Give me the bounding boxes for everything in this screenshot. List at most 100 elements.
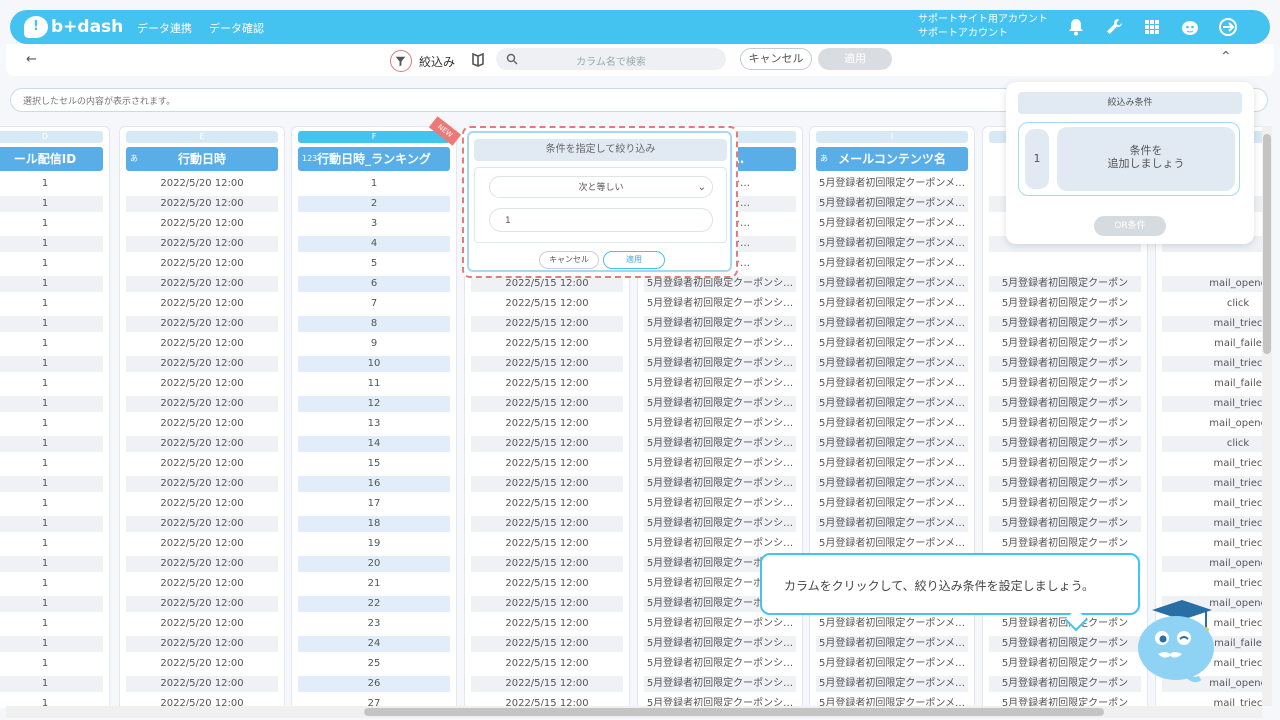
- table-cell[interactable]: 5月登録者初回限定クーポン: [989, 636, 1141, 652]
- table-cell[interactable]: 5月登録者初回限定クーポンメ…: [816, 396, 968, 412]
- grid-column[interactable]: D ール配信ID 1 1 1 1 1 1 1 1 1 1 1 1 1 1 1 1 1 1 1 1 1 1 1 1 1 1 1: [0, 126, 110, 708]
- table-cell[interactable]: 5月登録者初回限定クーポンシ…: [644, 396, 796, 412]
- table-cell[interactable]: 7: [298, 296, 450, 312]
- table-cell[interactable]: 2022/5/20 12:00: [126, 516, 278, 532]
- column-search-input[interactable]: カラム名で検索: [496, 48, 726, 70]
- table-cell[interactable]: 2022/5/20 12:00: [126, 576, 278, 592]
- table-cell[interactable]: 22: [298, 596, 450, 612]
- apps-grid-icon[interactable]: [1142, 17, 1162, 37]
- table-cell[interactable]: 5月登録者初回限定クーポン: [989, 356, 1141, 372]
- table-cell[interactable]: 5月登録者初回限定クーポンメ…: [816, 256, 968, 272]
- table-cell[interactable]: 5月登録者初回限定クーポン: [989, 476, 1141, 492]
- table-cell[interactable]: 9: [298, 336, 450, 352]
- table-cell[interactable]: 1: [0, 436, 103, 452]
- table-cell[interactable]: 4: [298, 236, 450, 252]
- table-cell[interactable]: 2022/5/20 12:00: [126, 676, 278, 692]
- table-cell[interactable]: 5月登録者初回限定クーポンメ…: [816, 516, 968, 532]
- table-cell[interactable]: 5月登録者初回限定クーポンシ…: [644, 516, 796, 532]
- table-cell[interactable]: click: [1162, 296, 1262, 312]
- table-cell[interactable]: [1162, 256, 1262, 272]
- filter-value-input[interactable]: 1: [489, 208, 713, 232]
- table-cell[interactable]: 5月登録者初回限定クーポンメ…: [816, 476, 968, 492]
- table-cell[interactable]: 5月登録者初回限定クーポンメ…: [816, 456, 968, 472]
- table-cell[interactable]: 5月登録者初回限定クーポンメ…: [816, 176, 968, 192]
- table-cell[interactable]: 24: [298, 636, 450, 652]
- table-cell[interactable]: 2022/5/15 12:00: [471, 396, 623, 412]
- table-cell[interactable]: 23: [298, 616, 450, 632]
- table-cell[interactable]: 5月登録者初回限定クーポンシ…: [644, 676, 796, 692]
- table-cell[interactable]: 8: [298, 316, 450, 332]
- table-cell[interactable]: 5月登録者初回限定クーポン: [989, 656, 1141, 672]
- table-cell[interactable]: 5月登録者初回限定クーポンシ…: [644, 436, 796, 452]
- table-cell[interactable]: 2022/5/15 12:00: [471, 276, 623, 292]
- table-cell[interactable]: 2022/5/15 12:00: [471, 456, 623, 472]
- table-cell[interactable]: 5月登録者初回限定クーポンメ…: [816, 296, 968, 312]
- table-cell[interactable]: 2022/5/20 12:00: [126, 436, 278, 452]
- table-cell[interactable]: 2022/5/20 12:00: [126, 496, 278, 512]
- table-cell[interactable]: 26: [298, 676, 450, 692]
- table-cell[interactable]: 5月登録者初回限定クーポン: [989, 456, 1141, 472]
- mascot-face-icon[interactable]: [1180, 17, 1200, 37]
- table-cell[interactable]: mail_triec: [1162, 476, 1262, 492]
- table-cell[interactable]: 5月登録者初回限定クーポンメ…: [816, 236, 968, 252]
- table-cell[interactable]: mail_opene: [1162, 276, 1262, 292]
- table-cell[interactable]: 5月登録者初回限定クーポン: [989, 416, 1141, 432]
- table-cell[interactable]: 5月登録者初回限定クーポンメ…: [816, 416, 968, 432]
- table-cell[interactable]: 5月登録者初回限定クーポン: [989, 336, 1141, 352]
- table-cell[interactable]: 5月登録者初回限定クーポンシ…: [644, 496, 796, 512]
- toolbar-apply-button[interactable]: 適用: [818, 48, 892, 70]
- table-cell[interactable]: click: [1162, 436, 1262, 452]
- table-cell[interactable]: 5月登録者初回限定クーポンメ…: [816, 216, 968, 232]
- table-cell[interactable]: 1: [0, 556, 103, 572]
- column-letter[interactable]: I: [816, 131, 968, 143]
- add-condition-button[interactable]: 条件を 追加しましょう: [1057, 127, 1235, 191]
- table-cell[interactable]: 1: [0, 396, 103, 412]
- table-cell[interactable]: mail_opene: [1162, 416, 1262, 432]
- table-cell[interactable]: 2022/5/15 12:00: [471, 336, 623, 352]
- table-cell[interactable]: 2022/5/20 12:00: [126, 596, 278, 612]
- table-cell[interactable]: 1: [0, 256, 103, 272]
- table-cell[interactable]: 1: [0, 616, 103, 632]
- table-cell[interactable]: 5月登録者初回限定クーポン: [989, 296, 1141, 312]
- operator-select[interactable]: 次と等しい ⌄: [489, 176, 713, 198]
- table-cell[interactable]: mail_triec: [1162, 396, 1262, 412]
- table-cell[interactable]: 12: [298, 396, 450, 412]
- table-cell[interactable]: 21: [298, 576, 450, 592]
- table-cell[interactable]: mail_faile: [1162, 336, 1262, 352]
- table-cell[interactable]: 1: [0, 416, 103, 432]
- table-cell[interactable]: 16: [298, 476, 450, 492]
- back-arrow-icon[interactable]: ←: [26, 52, 37, 67]
- table-cell[interactable]: 2022/5/20 12:00: [126, 656, 278, 672]
- table-cell[interactable]: 1: [0, 536, 103, 552]
- table-cell[interactable]: 2022/5/15 12:00: [471, 416, 623, 432]
- grid-column[interactable]: F 123 行動日時_ランキング 1 2 3 4 5 6 7 8 9 10 11 12 13 14 15 16 17 1…: [291, 126, 457, 708]
- table-cell[interactable]: 2022/5/20 12:00: [126, 356, 278, 372]
- table-cell[interactable]: 5月登録者初回限定クーポン: [989, 676, 1141, 692]
- table-cell[interactable]: 5月登録者初回限定クーポンシ…: [644, 356, 796, 372]
- table-cell[interactable]: 25: [298, 656, 450, 672]
- table-cell[interactable]: mail_triec: [1162, 316, 1262, 332]
- table-cell[interactable]: mail_triec: [1162, 536, 1262, 552]
- table-cell[interactable]: 2022/5/15 12:00: [471, 576, 623, 592]
- table-cell[interactable]: 2022/5/20 12:00: [126, 476, 278, 492]
- table-cell[interactable]: 5月登録者初回限定クーポンシ…: [644, 336, 796, 352]
- toolbar-cancel-button[interactable]: キャンセル: [740, 48, 812, 70]
- table-cell[interactable]: 1: [0, 376, 103, 392]
- table-cell[interactable]: 2022/5/15 12:00: [471, 296, 623, 312]
- table-cell[interactable]: 2022/5/20 12:00: [126, 556, 278, 572]
- table-cell[interactable]: 2022/5/20 12:00: [126, 236, 278, 252]
- table-cell[interactable]: 5月登録者初回限定クーポンシ…: [644, 636, 796, 652]
- table-cell[interactable]: 1: [0, 476, 103, 492]
- table-cell[interactable]: 15: [298, 456, 450, 472]
- table-cell[interactable]: 5月登録者初回限定クーポンメ…: [816, 436, 968, 452]
- table-cell[interactable]: 5月登録者初回限定クーポン: [989, 276, 1141, 292]
- table-cell[interactable]: mail_opene: [1162, 556, 1262, 572]
- table-cell[interactable]: 2022/5/20 12:00: [126, 196, 278, 212]
- table-cell[interactable]: 1: [0, 356, 103, 372]
- table-cell[interactable]: 1: [0, 196, 103, 212]
- table-cell[interactable]: 1: [0, 576, 103, 592]
- table-cell[interactable]: 2022/5/20 12:00: [126, 256, 278, 272]
- table-cell[interactable]: 2022/5/15 12:00: [471, 516, 623, 532]
- table-cell[interactable]: 5月登録者初回限定クーポン: [989, 496, 1141, 512]
- table-cell[interactable]: 5月登録者初回限定クーポンメ…: [816, 616, 968, 632]
